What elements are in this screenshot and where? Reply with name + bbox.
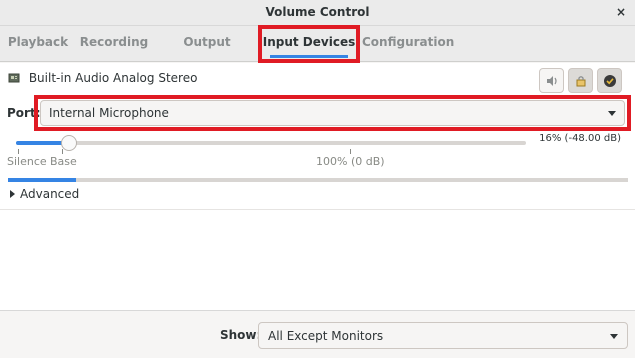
port-highlight-box <box>34 95 631 131</box>
volume-slider-knob[interactable] <box>61 135 78 151</box>
tick-100-percent <box>350 149 351 154</box>
checkmark-icon <box>603 74 616 87</box>
volume-control-window: Volume Control × Playback Recording Outp… <box>0 0 635 358</box>
tab-output-devices[interactable]: Output Devices <box>158 26 256 81</box>
lock-icon <box>576 75 585 86</box>
close-icon[interactable]: × <box>613 4 629 20</box>
tab-playback[interactable]: Playback <box>2 26 74 62</box>
level-meter-fill <box>8 178 77 182</box>
tick-label-silence: Silence <box>7 155 47 168</box>
disclosure-triangle-icon <box>10 190 15 198</box>
device-button-group <box>539 68 622 93</box>
chevron-down-icon <box>610 334 618 339</box>
sound-card-icon <box>8 73 20 83</box>
volume-readout: 16% (-48.00 dB) <box>539 133 621 144</box>
tick-silence <box>18 149 19 154</box>
title-bar: Volume Control × <box>0 0 635 26</box>
set-default-button[interactable] <box>597 68 622 93</box>
window-title: Volume Control <box>265 5 370 19</box>
tab-recording[interactable]: Recording <box>78 26 150 62</box>
show-value: All Except Monitors <box>268 329 384 343</box>
device-divider <box>0 209 635 210</box>
level-meter <box>8 178 628 182</box>
lock-channels-button[interactable] <box>568 68 593 93</box>
tick-label-100-percent: 100% (0 dB) <box>316 155 385 168</box>
footer-bar: Show: All Except Monitors <box>0 310 635 358</box>
input-devices-highlight-box <box>258 25 360 63</box>
tab-configuration[interactable]: Configuration <box>362 26 454 62</box>
advanced-label: Advanced <box>20 187 80 201</box>
tick-base <box>62 149 63 154</box>
mute-button[interactable] <box>539 68 564 93</box>
device-panel: Built-in Audio Analog Stereo Port: Inter… <box>0 63 635 310</box>
speaker-icon <box>546 75 557 86</box>
show-dropdown[interactable]: All Except Monitors <box>258 322 628 349</box>
show-label: Show: <box>220 328 262 342</box>
volume-slider[interactable] <box>16 141 526 145</box>
device-header: Built-in Audio Analog Stereo <box>8 71 197 89</box>
advanced-expander[interactable]: Advanced <box>10 187 79 201</box>
device-name: Built-in Audio Analog Stereo <box>28 71 198 85</box>
tick-label-base: Base <box>50 155 77 168</box>
